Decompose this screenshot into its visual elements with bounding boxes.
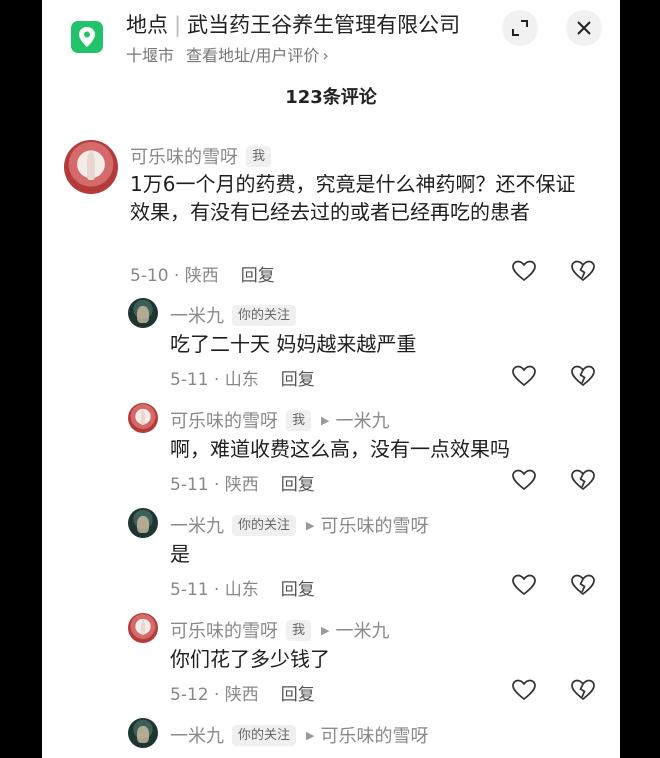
reply-button[interactable]: 回复 — [281, 370, 315, 390]
avatar[interactable] — [64, 140, 118, 194]
comment-date-location: 5-10 · 陕西 — [130, 266, 219, 286]
comment-meta: 5-11 · 山东 回复 — [170, 365, 315, 390]
avatar[interactable] — [128, 298, 158, 328]
close-icon — [577, 21, 591, 35]
minimize-button[interactable] — [502, 10, 538, 46]
close-button[interactable] — [566, 10, 602, 46]
comment-author-line: 可乐味的雪呀 我 ▶ 一米九 — [170, 617, 389, 643]
avatar[interactable] — [128, 613, 158, 643]
comment-author-line: 一米九 你的关注 ▶ 可乐味的雪呀 — [170, 722, 428, 748]
avatar[interactable] — [128, 403, 158, 433]
comment-date-location: 5-11 · 山东 — [170, 580, 259, 600]
self-tag: 我 — [286, 619, 312, 641]
comment-text: 是 — [170, 542, 190, 566]
location-title: 地点 | 武当药王谷养生管理有限公司 — [126, 9, 460, 39]
comment-author-line: 一米九 你的关注 — [170, 302, 297, 328]
broken-heart-icon[interactable] — [570, 468, 596, 492]
broken-heart-icon[interactable] — [570, 573, 596, 597]
play-arrow-icon: ▶ — [306, 728, 315, 742]
comment-author-line: 可乐味的雪呀 我 — [130, 143, 272, 169]
heart-icon[interactable] — [511, 364, 537, 388]
comment-text: 1万6一个月的药费，究竟是什么神药啊？还不保证效果，有没有已经去过的或者已经再吃… — [130, 172, 576, 224]
comment-author[interactable]: 可乐味的雪呀 — [170, 407, 278, 433]
following-tag: 你的关注 — [232, 724, 297, 746]
comment-author[interactable]: 一米九 — [170, 722, 224, 748]
comment-date-location: 5-11 · 山东 — [170, 370, 259, 390]
broken-heart-icon[interactable] — [570, 259, 596, 283]
broken-heart-icon[interactable] — [570, 678, 596, 702]
reply-button[interactable]: 回复 — [281, 685, 315, 705]
reply-target[interactable]: 一米九 — [335, 407, 389, 433]
heart-icon[interactable] — [511, 573, 537, 597]
reply-button[interactable]: 回复 — [241, 266, 275, 286]
avatar[interactable] — [128, 508, 158, 538]
comment-meta: 5-11 · 山东 回复 — [170, 575, 315, 600]
comment-sheet: 地点 | 武当药王谷养生管理有限公司 十堰市 查看地址/用户评价 › 123条评论 可乐… — [42, 0, 620, 758]
avatar[interactable] — [128, 718, 158, 748]
title-separator: | — [174, 13, 182, 37]
reply-button[interactable]: 回复 — [281, 580, 315, 600]
comment-author-line: 可乐味的雪呀 我 ▶ 一米九 — [170, 407, 389, 433]
location-city: 十堰市 — [126, 46, 175, 65]
comments-count-title: 123条评论 — [285, 87, 377, 108]
reply-button[interactable]: 回复 — [281, 475, 315, 495]
location-name: 武当药王谷养生管理有限公司 — [187, 13, 461, 37]
comment-author[interactable]: 一米九 — [170, 302, 224, 328]
comment-author-line: 一米九 你的关注 ▶ 可乐味的雪呀 — [170, 512, 428, 538]
view-address-link[interactable]: 查看地址/用户评价 — [186, 46, 319, 65]
comment-text: 啊，难道收费这么高，没有一点效果吗 — [170, 437, 510, 461]
comment-author[interactable]: 可乐味的雪呀 — [170, 617, 278, 643]
comment-text: 你们花了多少钱了 — [170, 647, 330, 671]
chevron-right-icon: › — [322, 46, 329, 65]
map-pin-icon — [71, 21, 103, 53]
comment-date-location: 5-11 · 陕西 — [170, 475, 259, 495]
broken-heart-icon[interactable] — [570, 364, 596, 388]
reply-target[interactable]: 可乐味的雪呀 — [320, 512, 428, 538]
comment-text: 吃了二十天 妈妈越来越严重 — [170, 332, 417, 356]
comment-meta: 5-12 · 陕西 回复 — [170, 680, 315, 705]
comment-date-location: 5-12 · 陕西 — [170, 685, 259, 705]
comment-meta: 5-10 · 陕西 回复 — [130, 261, 275, 286]
comment-author[interactable]: 可乐味的雪呀 — [130, 143, 238, 169]
play-arrow-icon: ▶ — [321, 413, 330, 427]
reply-target[interactable]: 可乐味的雪呀 — [320, 722, 428, 748]
following-tag: 你的关注 — [232, 304, 297, 326]
heart-icon[interactable] — [511, 259, 537, 283]
self-tag: 我 — [246, 145, 272, 167]
location-subline[interactable]: 十堰市 查看地址/用户评价 › — [126, 42, 329, 66]
comment-author[interactable]: 一米九 — [170, 512, 224, 538]
play-arrow-icon: ▶ — [306, 518, 315, 532]
reply-target[interactable]: 一米九 — [335, 617, 389, 643]
heart-icon[interactable] — [511, 678, 537, 702]
play-arrow-icon: ▶ — [321, 623, 330, 637]
following-tag: 你的关注 — [232, 514, 297, 536]
heart-icon[interactable] — [511, 468, 537, 492]
comment-meta: 5-11 · 陕西 回复 — [170, 470, 315, 495]
self-tag: 我 — [286, 409, 312, 431]
minimize-icon — [512, 20, 528, 36]
location-label: 地点 — [126, 13, 168, 37]
